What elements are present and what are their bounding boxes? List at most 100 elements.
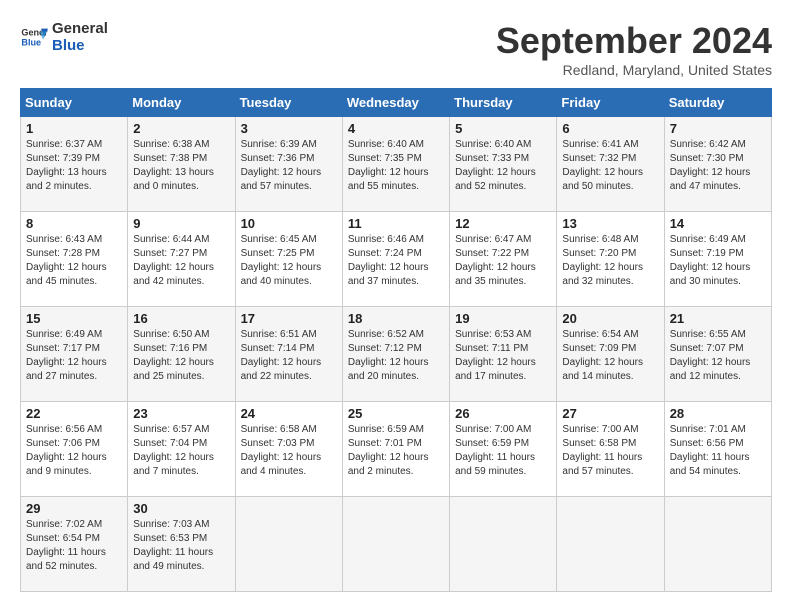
day-info: Sunrise: 6:57 AMSunset: 7:04 PMDaylight:…	[133, 424, 214, 477]
day-number: 2	[133, 121, 229, 136]
calendar-week-row: 22 Sunrise: 6:56 AMSunset: 7:06 PMDaylig…	[21, 402, 772, 497]
table-row: 3 Sunrise: 6:39 AMSunset: 7:36 PMDayligh…	[235, 117, 342, 212]
calendar-table: Sunday Monday Tuesday Wednesday Thursday…	[20, 88, 772, 592]
logo-icon: General Blue	[20, 23, 48, 51]
header-saturday: Saturday	[664, 89, 771, 117]
table-row: 22 Sunrise: 6:56 AMSunset: 7:06 PMDaylig…	[21, 402, 128, 497]
day-number: 18	[348, 311, 444, 326]
calendar-header-row: Sunday Monday Tuesday Wednesday Thursday…	[21, 89, 772, 117]
day-number: 26	[455, 406, 551, 421]
day-info: Sunrise: 6:41 AMSunset: 7:32 PMDaylight:…	[562, 139, 643, 192]
table-row: 20 Sunrise: 6:54 AMSunset: 7:09 PMDaylig…	[557, 307, 664, 402]
day-info: Sunrise: 7:00 AMSunset: 6:58 PMDaylight:…	[562, 424, 642, 477]
day-number: 4	[348, 121, 444, 136]
day-number: 23	[133, 406, 229, 421]
table-row: 1 Sunrise: 6:37 AMSunset: 7:39 PMDayligh…	[21, 117, 128, 212]
day-info: Sunrise: 7:01 AMSunset: 6:56 PMDaylight:…	[670, 424, 750, 477]
day-info: Sunrise: 6:51 AMSunset: 7:14 PMDaylight:…	[241, 329, 322, 382]
day-number: 10	[241, 216, 337, 231]
logo-blue-text: Blue	[52, 37, 108, 54]
table-row: 13 Sunrise: 6:48 AMSunset: 7:20 PMDaylig…	[557, 212, 664, 307]
header-tuesday: Tuesday	[235, 89, 342, 117]
day-number: 12	[455, 216, 551, 231]
day-number: 17	[241, 311, 337, 326]
table-row: 17 Sunrise: 6:51 AMSunset: 7:14 PMDaylig…	[235, 307, 342, 402]
logo: General Blue General Blue	[20, 20, 108, 54]
day-info: Sunrise: 6:42 AMSunset: 7:30 PMDaylight:…	[670, 139, 751, 192]
calendar-week-row: 8 Sunrise: 6:43 AMSunset: 7:28 PMDayligh…	[21, 212, 772, 307]
day-number: 21	[670, 311, 766, 326]
day-number: 6	[562, 121, 658, 136]
table-row: 16 Sunrise: 6:50 AMSunset: 7:16 PMDaylig…	[128, 307, 235, 402]
table-row: 4 Sunrise: 6:40 AMSunset: 7:35 PMDayligh…	[342, 117, 449, 212]
day-info: Sunrise: 6:48 AMSunset: 7:20 PMDaylight:…	[562, 234, 643, 287]
table-row: 15 Sunrise: 6:49 AMSunset: 7:17 PMDaylig…	[21, 307, 128, 402]
table-row	[664, 497, 771, 592]
table-row: 28 Sunrise: 7:01 AMSunset: 6:56 PMDaylig…	[664, 402, 771, 497]
day-info: Sunrise: 7:00 AMSunset: 6:59 PMDaylight:…	[455, 424, 535, 477]
day-info: Sunrise: 6:44 AMSunset: 7:27 PMDaylight:…	[133, 234, 214, 287]
calendar-week-row: 15 Sunrise: 6:49 AMSunset: 7:17 PMDaylig…	[21, 307, 772, 402]
table-row: 29 Sunrise: 7:02 AMSunset: 6:54 PMDaylig…	[21, 497, 128, 592]
day-number: 29	[26, 501, 122, 516]
day-number: 22	[26, 406, 122, 421]
day-info: Sunrise: 6:40 AMSunset: 7:35 PMDaylight:…	[348, 139, 429, 192]
table-row: 2 Sunrise: 6:38 AMSunset: 7:38 PMDayligh…	[128, 117, 235, 212]
table-row: 10 Sunrise: 6:45 AMSunset: 7:25 PMDaylig…	[235, 212, 342, 307]
header-monday: Monday	[128, 89, 235, 117]
table-row: 26 Sunrise: 7:00 AMSunset: 6:59 PMDaylig…	[450, 402, 557, 497]
day-number: 7	[670, 121, 766, 136]
table-row: 18 Sunrise: 6:52 AMSunset: 7:12 PMDaylig…	[342, 307, 449, 402]
table-row: 12 Sunrise: 6:47 AMSunset: 7:22 PMDaylig…	[450, 212, 557, 307]
table-row: 7 Sunrise: 6:42 AMSunset: 7:30 PMDayligh…	[664, 117, 771, 212]
table-row	[557, 497, 664, 592]
day-info: Sunrise: 6:38 AMSunset: 7:38 PMDaylight:…	[133, 139, 214, 192]
table-row: 6 Sunrise: 6:41 AMSunset: 7:32 PMDayligh…	[557, 117, 664, 212]
header-sunday: Sunday	[21, 89, 128, 117]
day-info: Sunrise: 6:49 AMSunset: 7:19 PMDaylight:…	[670, 234, 751, 287]
table-row: 11 Sunrise: 6:46 AMSunset: 7:24 PMDaylig…	[342, 212, 449, 307]
table-row: 24 Sunrise: 6:58 AMSunset: 7:03 PMDaylig…	[235, 402, 342, 497]
table-row: 30 Sunrise: 7:03 AMSunset: 6:53 PMDaylig…	[128, 497, 235, 592]
day-info: Sunrise: 6:46 AMSunset: 7:24 PMDaylight:…	[348, 234, 429, 287]
table-row	[235, 497, 342, 592]
day-info: Sunrise: 6:47 AMSunset: 7:22 PMDaylight:…	[455, 234, 536, 287]
day-number: 30	[133, 501, 229, 516]
day-info: Sunrise: 6:37 AMSunset: 7:39 PMDaylight:…	[26, 139, 107, 192]
header-thursday: Thursday	[450, 89, 557, 117]
table-row: 25 Sunrise: 6:59 AMSunset: 7:01 PMDaylig…	[342, 402, 449, 497]
day-info: Sunrise: 6:53 AMSunset: 7:11 PMDaylight:…	[455, 329, 536, 382]
day-number: 28	[670, 406, 766, 421]
day-info: Sunrise: 6:49 AMSunset: 7:17 PMDaylight:…	[26, 329, 107, 382]
title-block: September 2024 Redland, Maryland, United…	[496, 20, 772, 78]
day-info: Sunrise: 6:50 AMSunset: 7:16 PMDaylight:…	[133, 329, 214, 382]
month-title: September 2024	[496, 20, 772, 62]
table-row: 21 Sunrise: 6:55 AMSunset: 7:07 PMDaylig…	[664, 307, 771, 402]
day-info: Sunrise: 6:45 AMSunset: 7:25 PMDaylight:…	[241, 234, 322, 287]
day-info: Sunrise: 6:56 AMSunset: 7:06 PMDaylight:…	[26, 424, 107, 477]
day-info: Sunrise: 6:55 AMSunset: 7:07 PMDaylight:…	[670, 329, 751, 382]
day-info: Sunrise: 6:43 AMSunset: 7:28 PMDaylight:…	[26, 234, 107, 287]
day-info: Sunrise: 6:52 AMSunset: 7:12 PMDaylight:…	[348, 329, 429, 382]
table-row: 19 Sunrise: 6:53 AMSunset: 7:11 PMDaylig…	[450, 307, 557, 402]
day-number: 14	[670, 216, 766, 231]
day-number: 25	[348, 406, 444, 421]
page-header: General Blue General Blue September 2024…	[20, 20, 772, 78]
header-friday: Friday	[557, 89, 664, 117]
day-info: Sunrise: 6:40 AMSunset: 7:33 PMDaylight:…	[455, 139, 536, 192]
table-row: 5 Sunrise: 6:40 AMSunset: 7:33 PMDayligh…	[450, 117, 557, 212]
day-number: 15	[26, 311, 122, 326]
calendar-week-row: 1 Sunrise: 6:37 AMSunset: 7:39 PMDayligh…	[21, 117, 772, 212]
day-info: Sunrise: 7:03 AMSunset: 6:53 PMDaylight:…	[133, 519, 213, 572]
day-number: 8	[26, 216, 122, 231]
table-row: 8 Sunrise: 6:43 AMSunset: 7:28 PMDayligh…	[21, 212, 128, 307]
day-number: 16	[133, 311, 229, 326]
table-row	[450, 497, 557, 592]
day-info: Sunrise: 6:54 AMSunset: 7:09 PMDaylight:…	[562, 329, 643, 382]
location-subtitle: Redland, Maryland, United States	[496, 62, 772, 78]
table-row	[342, 497, 449, 592]
table-row: 27 Sunrise: 7:00 AMSunset: 6:58 PMDaylig…	[557, 402, 664, 497]
table-row: 9 Sunrise: 6:44 AMSunset: 7:27 PMDayligh…	[128, 212, 235, 307]
day-number: 9	[133, 216, 229, 231]
day-number: 13	[562, 216, 658, 231]
